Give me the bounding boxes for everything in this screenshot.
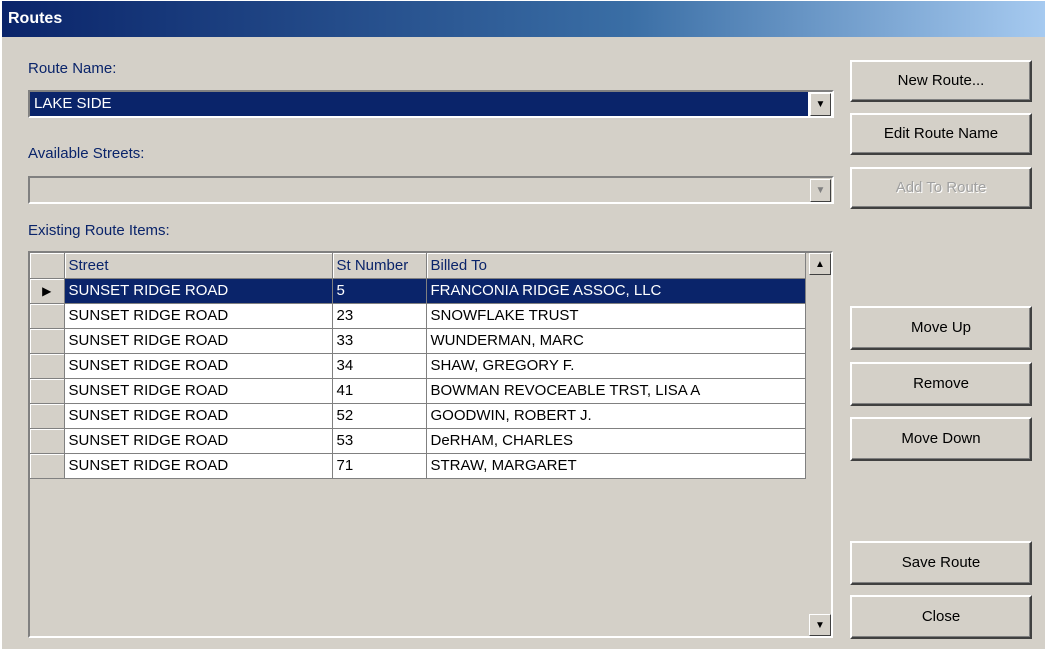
cell-billed-to[interactable]: WUNDERMAN, MARC — [426, 328, 806, 354]
row-selector[interactable]: ▶ — [30, 278, 65, 304]
row-selector[interactable] — [30, 303, 65, 329]
table-row[interactable]: SUNSET RIDGE ROAD 33 WUNDERMAN, MARC — [30, 328, 806, 354]
table-row[interactable]: SUNSET RIDGE ROAD 71 STRAW, MARGARET — [30, 453, 806, 479]
chevron-down-icon[interactable]: ▼ — [810, 93, 831, 116]
save-route-button[interactable]: Save Route — [850, 541, 1032, 585]
row-selector[interactable] — [30, 428, 65, 454]
cell-street[interactable]: SUNSET RIDGE ROAD — [64, 403, 333, 429]
close-button[interactable]: Close — [850, 595, 1032, 639]
cell-street[interactable]: SUNSET RIDGE ROAD — [64, 428, 333, 454]
table-row[interactable]: SUNSET RIDGE ROAD 41 BOWMAN REVOCEABLE TRS… — [30, 378, 806, 404]
vertical-scrollbar[interactable]: ▲ ▼ — [809, 253, 831, 636]
row-selector[interactable] — [30, 403, 65, 429]
cell-st-number[interactable]: 5 — [332, 278, 427, 304]
cell-billed-to[interactable]: BOWMAN REVOCEABLE TRST, LISA A — [426, 378, 806, 404]
table-row[interactable]: ▶ SUNSET RIDGE ROAD 5 FRANCONIA RIDGE ASSOC… — [30, 278, 806, 304]
route-name-label: Route Name: — [28, 60, 117, 77]
routes-window: Routes Route Name: LAKE SIDE ▼ Available… — [0, 0, 1045, 649]
available-streets-label: Available Streets: — [28, 145, 145, 162]
cell-st-number[interactable]: 52 — [332, 403, 427, 429]
scroll-up-icon[interactable]: ▲ — [809, 253, 831, 275]
cell-street[interactable]: SUNSET RIDGE ROAD — [64, 353, 333, 379]
chevron-down-icon[interactable]: ▼ — [810, 179, 831, 202]
table-row[interactable]: SUNSET RIDGE ROAD 52 GOODWIN, ROBERT J. — [30, 403, 806, 429]
header-row: Street St Number Billed To — [30, 253, 806, 279]
move-up-button[interactable]: Move Up — [850, 306, 1032, 350]
column-header-billed-to[interactable]: Billed To — [426, 253, 806, 279]
row-selector[interactable] — [30, 353, 65, 379]
available-streets-value — [30, 178, 808, 202]
add-to-route-button[interactable]: Add To Route — [850, 167, 1032, 209]
cell-st-number[interactable]: 34 — [332, 353, 427, 379]
cell-billed-to[interactable]: GOODWIN, ROBERT J. — [426, 403, 806, 429]
cell-billed-to[interactable]: DeRHAM, CHARLES — [426, 428, 806, 454]
available-streets-dropdown[interactable]: ▼ — [28, 176, 834, 204]
cell-st-number[interactable]: 71 — [332, 453, 427, 479]
row-pointer-icon: ▶ — [42, 284, 52, 298]
cell-street[interactable]: SUNSET RIDGE ROAD — [64, 278, 333, 304]
edit-route-name-button[interactable]: Edit Route Name — [850, 113, 1032, 155]
table-row[interactable]: SUNSET RIDGE ROAD 53 DeRHAM, CHARLES — [30, 428, 806, 454]
cell-st-number[interactable]: 41 — [332, 378, 427, 404]
cell-billed-to[interactable]: STRAW, MARGARET — [426, 453, 806, 479]
column-header-st-number[interactable]: St Number — [332, 253, 427, 279]
row-selector[interactable] — [30, 378, 65, 404]
cell-st-number[interactable]: 33 — [332, 328, 427, 354]
cell-street[interactable]: SUNSET RIDGE ROAD — [64, 453, 333, 479]
cell-street[interactable]: SUNSET RIDGE ROAD — [64, 328, 333, 354]
row-selector[interactable] — [30, 453, 65, 479]
cell-st-number[interactable]: 23 — [332, 303, 427, 329]
cell-billed-to[interactable]: SNOWFLAKE TRUST — [426, 303, 806, 329]
existing-route-items-label: Existing Route Items: — [28, 222, 170, 239]
new-route-button[interactable]: New Route... — [850, 60, 1032, 102]
scrollbar-track[interactable] — [809, 275, 831, 614]
table-row[interactable]: SUNSET RIDGE ROAD 23 SNOWFLAKE TRUST — [30, 303, 806, 329]
row-selector[interactable] — [30, 328, 65, 354]
column-header-street[interactable]: Street — [64, 253, 333, 279]
cell-street[interactable]: SUNSET RIDGE ROAD — [64, 378, 333, 404]
window-title: Routes — [2, 1, 1045, 37]
scroll-down-icon[interactable]: ▼ — [809, 614, 831, 636]
header-corner — [30, 253, 65, 279]
cell-billed-to[interactable]: FRANCONIA RIDGE ASSOC, LLC — [426, 278, 806, 304]
cell-st-number[interactable]: 53 — [332, 428, 427, 454]
route-name-value: LAKE SIDE — [30, 92, 808, 116]
remove-button[interactable]: Remove — [850, 362, 1032, 406]
route-items-grid[interactable]: Street St Number Billed To ▶ SUNSET RIDGE… — [28, 251, 833, 638]
cell-billed-to[interactable]: SHAW, GREGORY F. — [426, 353, 806, 379]
route-items-table: Street St Number Billed To ▶ SUNSET RIDGE… — [30, 253, 806, 479]
table-row[interactable]: SUNSET RIDGE ROAD 34 SHAW, GREGORY F. — [30, 353, 806, 379]
move-down-button[interactable]: Move Down — [850, 417, 1032, 461]
cell-street[interactable]: SUNSET RIDGE ROAD — [64, 303, 333, 329]
route-name-dropdown[interactable]: LAKE SIDE ▼ — [28, 90, 834, 118]
